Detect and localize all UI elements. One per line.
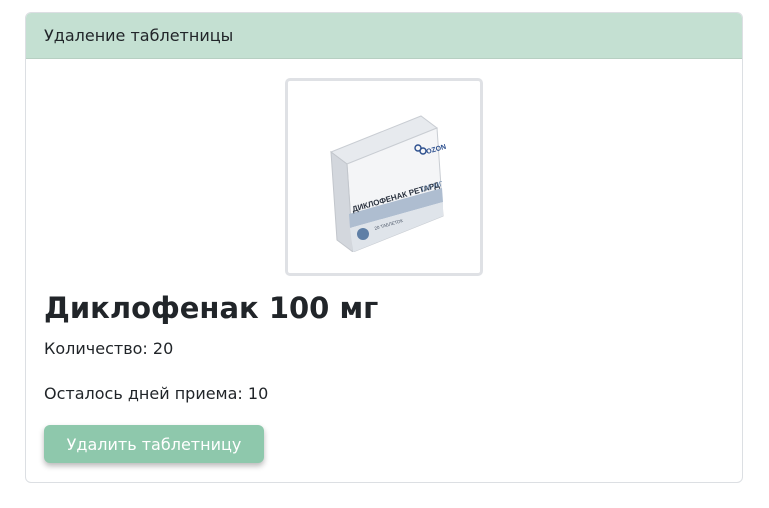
days-left-text: Осталось дней приема: 10 [44, 384, 269, 403]
delete-pillbox-button[interactable]: Удалить таблетницу [44, 425, 264, 463]
product-title: Диклофенак 100 мг [44, 291, 379, 325]
product-image-frame: OZON ДИКЛОФЕНАК РЕТАРД 100 МГ 20 ТАБЛЕТО… [285, 78, 483, 276]
quantity-text: Количество: 20 [44, 339, 174, 358]
card-header: Удаление таблетницы [26, 13, 742, 59]
medicine-box-image: OZON ДИКЛОФЕНАК РЕТАРД 100 МГ 20 ТАБЛЕТО… [329, 115, 447, 252]
delete-pillbox-card: Удаление таблетницы OZON ДИКЛОФЕНАК РЕТА… [25, 12, 743, 483]
card-header-title: Удаление таблетницы [44, 26, 234, 45]
